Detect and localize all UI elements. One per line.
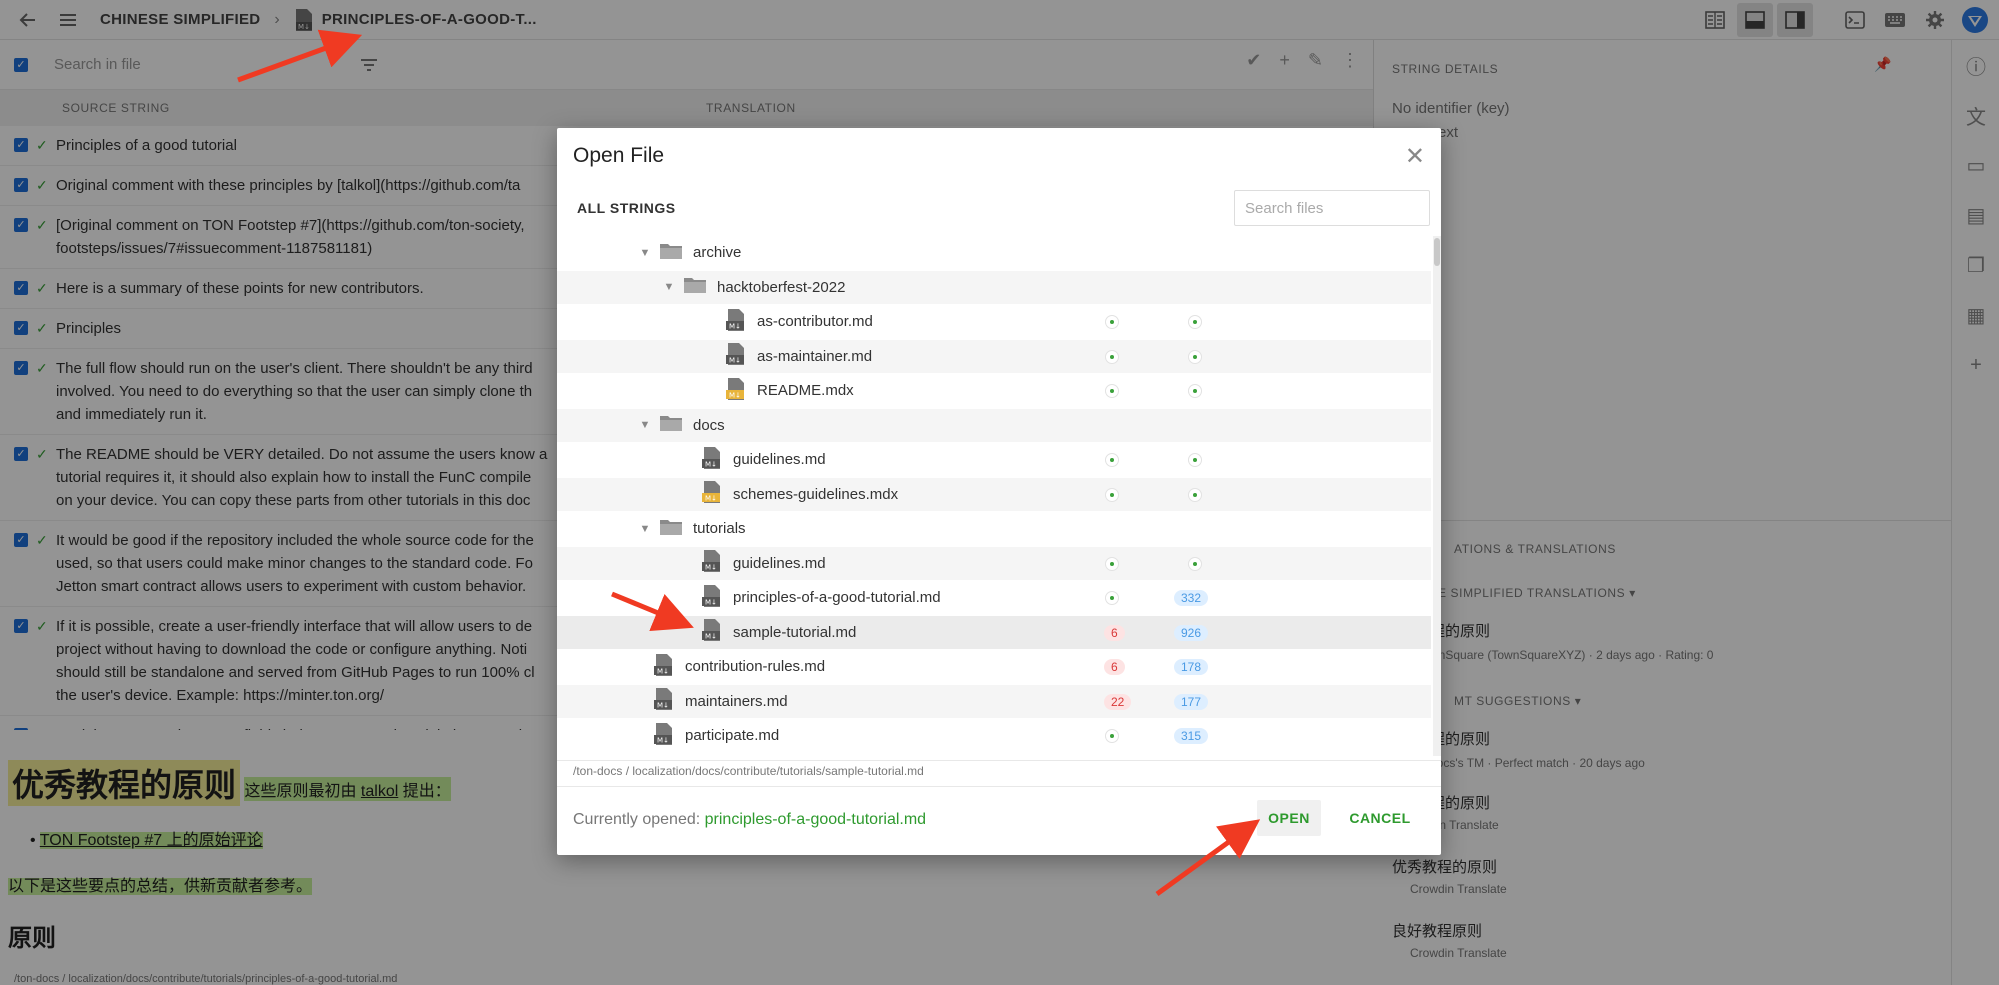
complete-dot-icon — [1188, 487, 1202, 502]
folder-icon — [653, 414, 693, 436]
tree-item-name: contribution-rules.md — [685, 658, 826, 676]
svg-text:M↓: M↓ — [729, 357, 741, 365]
markdown-file-icon: M↓ — [701, 549, 733, 577]
word-count-badge: 332 — [1174, 590, 1209, 606]
svg-text:M↓: M↓ — [705, 633, 717, 641]
tab-all-strings[interactable]: ALL STRINGS — [577, 200, 676, 216]
tree-file[interactable]: M↓ README.mdx — [557, 374, 1431, 409]
dialog-footer: Currently opened: principles-of-a-good-t… — [557, 786, 1441, 855]
svg-text:M↓: M↓ — [729, 391, 741, 399]
word-count-badge: 178 — [1174, 659, 1209, 675]
markdown-file-icon: M↓ — [725, 377, 757, 405]
complete-dot-icon — [1105, 591, 1119, 605]
caret-down-icon[interactable]: ▼ — [637, 419, 653, 431]
tree-folder[interactable]: ▼ tutorials — [557, 512, 1431, 547]
tree-item-name: archive — [693, 244, 742, 262]
tree-folder[interactable]: ▼ docs — [557, 408, 1431, 443]
folder-icon — [653, 518, 693, 540]
tree-file[interactable]: M↓ as-contributor.md — [557, 305, 1431, 340]
open-button[interactable]: OPEN — [1257, 800, 1321, 836]
markdown-file-icon: M↓ — [701, 584, 733, 612]
caret-down-icon[interactable]: ▼ — [637, 523, 653, 535]
complete-dot-icon — [1105, 487, 1119, 502]
complete-dot-icon — [1188, 384, 1202, 398]
tree-item-name: tutorials — [693, 520, 746, 538]
markdown-file-icon: M↓ — [701, 480, 733, 508]
selected-file-path: /ton-docs / localization/docs/contribute… — [557, 760, 1441, 781]
tree-file[interactable]: M↓ sample-tutorial.md 6 926 — [557, 615, 1431, 650]
tree-item-name: guidelines.md — [733, 554, 826, 572]
currently-opened-label: Currently opened: — [573, 811, 705, 828]
tree-file[interactable]: M↓ guidelines.md — [557, 443, 1431, 478]
svg-text:M↓: M↓ — [657, 736, 669, 744]
markdown-file-icon: M↓ — [725, 342, 757, 370]
word-count-badge: 315 — [1174, 728, 1209, 744]
complete-dot-icon — [1188, 349, 1202, 364]
complete-dot-icon — [1188, 453, 1202, 467]
scroll-thumb[interactable] — [1434, 238, 1440, 266]
complete-dot-icon — [1188, 315, 1202, 329]
folder-icon — [677, 276, 717, 298]
file-tree: ▼ archive ▼ hacktoberfest-2022 M↓ as-contribu… — [557, 236, 1431, 756]
untranslated-count-badge: 6 — [1104, 659, 1125, 675]
markdown-file-icon: M↓ — [653, 722, 685, 750]
tree-file[interactable]: M↓ participate.md 315 — [557, 719, 1431, 754]
svg-text:M↓: M↓ — [705, 460, 717, 468]
tree-item-name: schemes-guidelines.mdx — [733, 485, 899, 503]
markdown-file-icon: M↓ — [725, 308, 757, 336]
currently-opened-file-link[interactable]: principles-of-a-good-tutorial.md — [705, 811, 926, 828]
folder-icon — [653, 242, 693, 264]
tree-item-name: sample-tutorial.md — [733, 623, 857, 641]
svg-text:M↓: M↓ — [705, 564, 717, 572]
caret-down-icon[interactable]: ▼ — [637, 247, 653, 259]
tree-item-name: docs — [693, 416, 725, 434]
tree-item-name: hacktoberfest-2022 — [717, 278, 846, 296]
tree-file[interactable]: M↓ maintainers.md 22 177 — [557, 684, 1431, 719]
tree-file[interactable]: M↓ guidelines.md — [557, 546, 1431, 581]
tree-file[interactable]: M↓ contribution-rules.md 6 178 — [557, 650, 1431, 685]
tree-item-name: participate.md — [685, 727, 780, 745]
complete-dot-icon — [1105, 453, 1119, 467]
cancel-button[interactable]: CANCEL — [1335, 800, 1425, 836]
complete-dot-icon — [1105, 556, 1119, 571]
tree-scrollbar[interactable] — [1433, 236, 1441, 756]
tree-folder[interactable]: ▼ archive — [557, 236, 1431, 271]
svg-text:M↓: M↓ — [705, 598, 717, 606]
tree-file[interactable]: M↓ principles-of-a-good-tutorial.md 332 — [557, 581, 1431, 616]
svg-text:M↓: M↓ — [705, 495, 717, 503]
complete-dot-icon — [1105, 729, 1119, 743]
tree-item-name: maintainers.md — [685, 692, 788, 710]
markdown-file-icon: M↓ — [701, 446, 733, 474]
svg-text:M↓: M↓ — [657, 702, 669, 710]
caret-down-icon[interactable]: ▼ — [661, 281, 677, 293]
word-count-badge: 926 — [1174, 624, 1209, 641]
currently-opened: Currently opened: principles-of-a-good-t… — [573, 811, 926, 829]
dialog-title: Open File — [573, 144, 665, 167]
complete-dot-icon — [1188, 556, 1202, 571]
svg-text:M↓: M↓ — [729, 322, 741, 330]
markdown-file-icon: M↓ — [653, 687, 685, 715]
close-icon[interactable]: ✕ — [1405, 142, 1425, 171]
markdown-file-icon: M↓ — [653, 653, 685, 681]
open-file-dialog: Open File ✕ ALL STRINGS Search files ▼ ar… — [557, 128, 1441, 855]
word-count-badge: 177 — [1174, 693, 1209, 710]
tree-item-name: principles-of-a-good-tutorial.md — [733, 589, 941, 607]
tree-item-name: as-maintainer.md — [757, 347, 873, 365]
untranslated-count-badge: 22 — [1104, 693, 1132, 710]
tree-item-name: guidelines.md — [733, 451, 826, 469]
search-files-input[interactable]: Search files — [1234, 190, 1430, 226]
complete-dot-icon — [1105, 315, 1119, 329]
tree-file[interactable]: M↓ schemes-guidelines.mdx — [557, 477, 1431, 512]
tree-folder[interactable]: ▼ hacktoberfest-2022 — [557, 270, 1431, 305]
untranslated-count-badge: 6 — [1104, 624, 1125, 641]
svg-text:M↓: M↓ — [657, 667, 669, 675]
tree-item-name: README.mdx — [757, 382, 854, 400]
tree-file[interactable]: M↓ as-maintainer.md — [557, 339, 1431, 374]
markdown-file-icon: M↓ — [701, 618, 733, 646]
complete-dot-icon — [1105, 349, 1119, 364]
complete-dot-icon — [1105, 384, 1119, 398]
tree-item-name: as-contributor.md — [757, 313, 873, 331]
